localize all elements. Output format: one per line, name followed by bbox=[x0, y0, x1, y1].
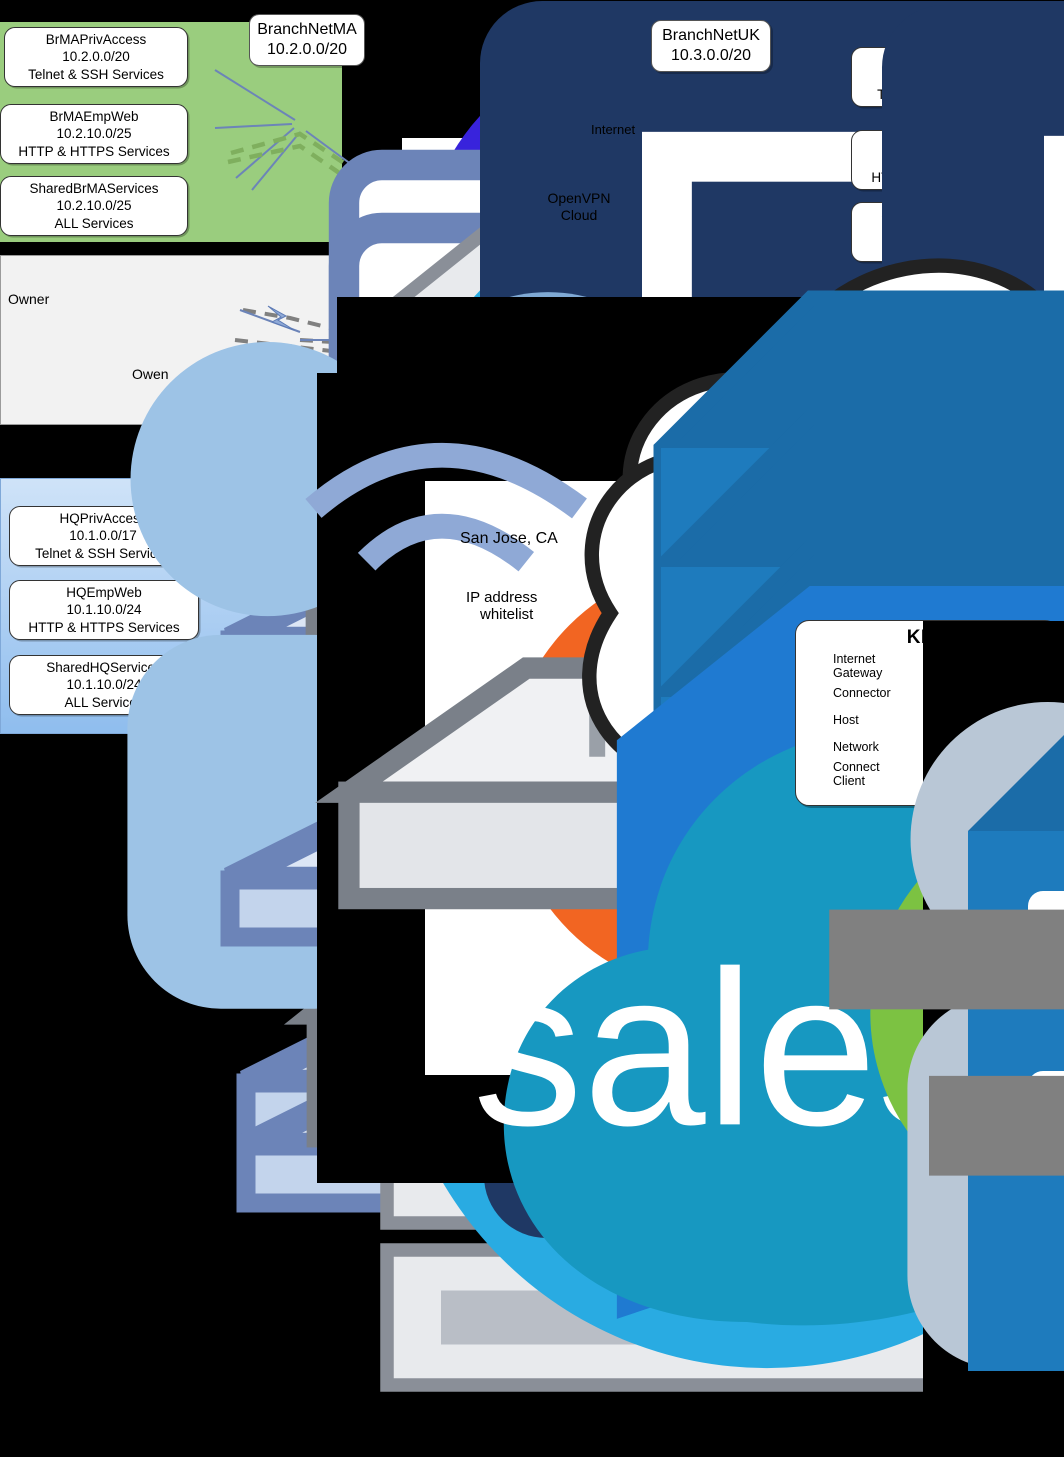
service-box-brma-web[interactable]: BrMAEmpWeb 10.2.10.0/25 HTTP & HTTPS Ser… bbox=[0, 104, 188, 164]
service-scope: HTTP & HTTPS Services bbox=[18, 143, 170, 159]
service-scope: Telnet & SSH Services bbox=[28, 66, 164, 82]
key-right-column: User User Group bbox=[829, 653, 1064, 1371]
network-cidr: 10.3.0.0/20 bbox=[670, 47, 752, 64]
internet-cloud-label: Internet bbox=[591, 122, 636, 137]
vpn-region-label-sanjose: San Jose, CA bbox=[460, 530, 558, 547]
vpn-region-label-london: London, UK bbox=[466, 412, 551, 429]
network-name: BranchNetUK bbox=[662, 27, 760, 45]
service-box-brma-priv[interactable]: BrMAPrivAccess 10.2.0.0/20 Telnet & SSH … bbox=[4, 27, 188, 87]
service-cidr: 10.2.10.0/25 bbox=[56, 126, 132, 142]
network-label-branchnetma[interactable]: BranchNetMA 10.2.0.0/20 bbox=[249, 14, 365, 66]
openvpn-tunnel-icon bbox=[829, 779, 1064, 1176]
network-label-branchnetuk[interactable]: BranchNetUK 10.3.0.0/20 bbox=[651, 20, 771, 72]
network-cidr: 10.2.0.0/20 bbox=[266, 41, 348, 58]
key-item-openvpn-tunnel: OpenVPN Tunnel bbox=[829, 777, 1064, 1176]
service-name: SharedBrMAServices bbox=[29, 180, 159, 196]
user-label-owen: Owen bbox=[132, 366, 169, 382]
key-legend: KEY Internet Gateway bbox=[795, 620, 1064, 1431]
service-cidr: 10.2.0.0/20 bbox=[62, 49, 130, 65]
vpn-region-label-ashburn: Ashburn, VA bbox=[461, 298, 550, 315]
service-name: BrMAEmpWeb bbox=[49, 108, 139, 124]
service-box-brma-shared[interactable]: SharedBrMAServices 10.2.10.0/25 ALL Serv… bbox=[0, 176, 188, 236]
service-scope: ALL Services bbox=[54, 215, 134, 231]
network-name: BranchNetMA bbox=[257, 21, 357, 39]
service-cidr: 10.2.10.0/25 bbox=[56, 198, 132, 214]
user-group-label-owner: Owner bbox=[8, 291, 50, 307]
service-name: BrMAPrivAccess bbox=[45, 31, 147, 47]
openvpn-cloud-label: OpenVPN Cloud bbox=[530, 190, 628, 224]
whitelist-line-1: IP address bbox=[466, 589, 538, 606]
openvpn-label-line2: Cloud bbox=[560, 206, 598, 223]
diagram-canvas: BrMAPrivAccess 10.2.0.0/20 Telnet & SSH … bbox=[0, 0, 1064, 1431]
openvpn-label-line1: OpenVPN bbox=[547, 190, 611, 206]
